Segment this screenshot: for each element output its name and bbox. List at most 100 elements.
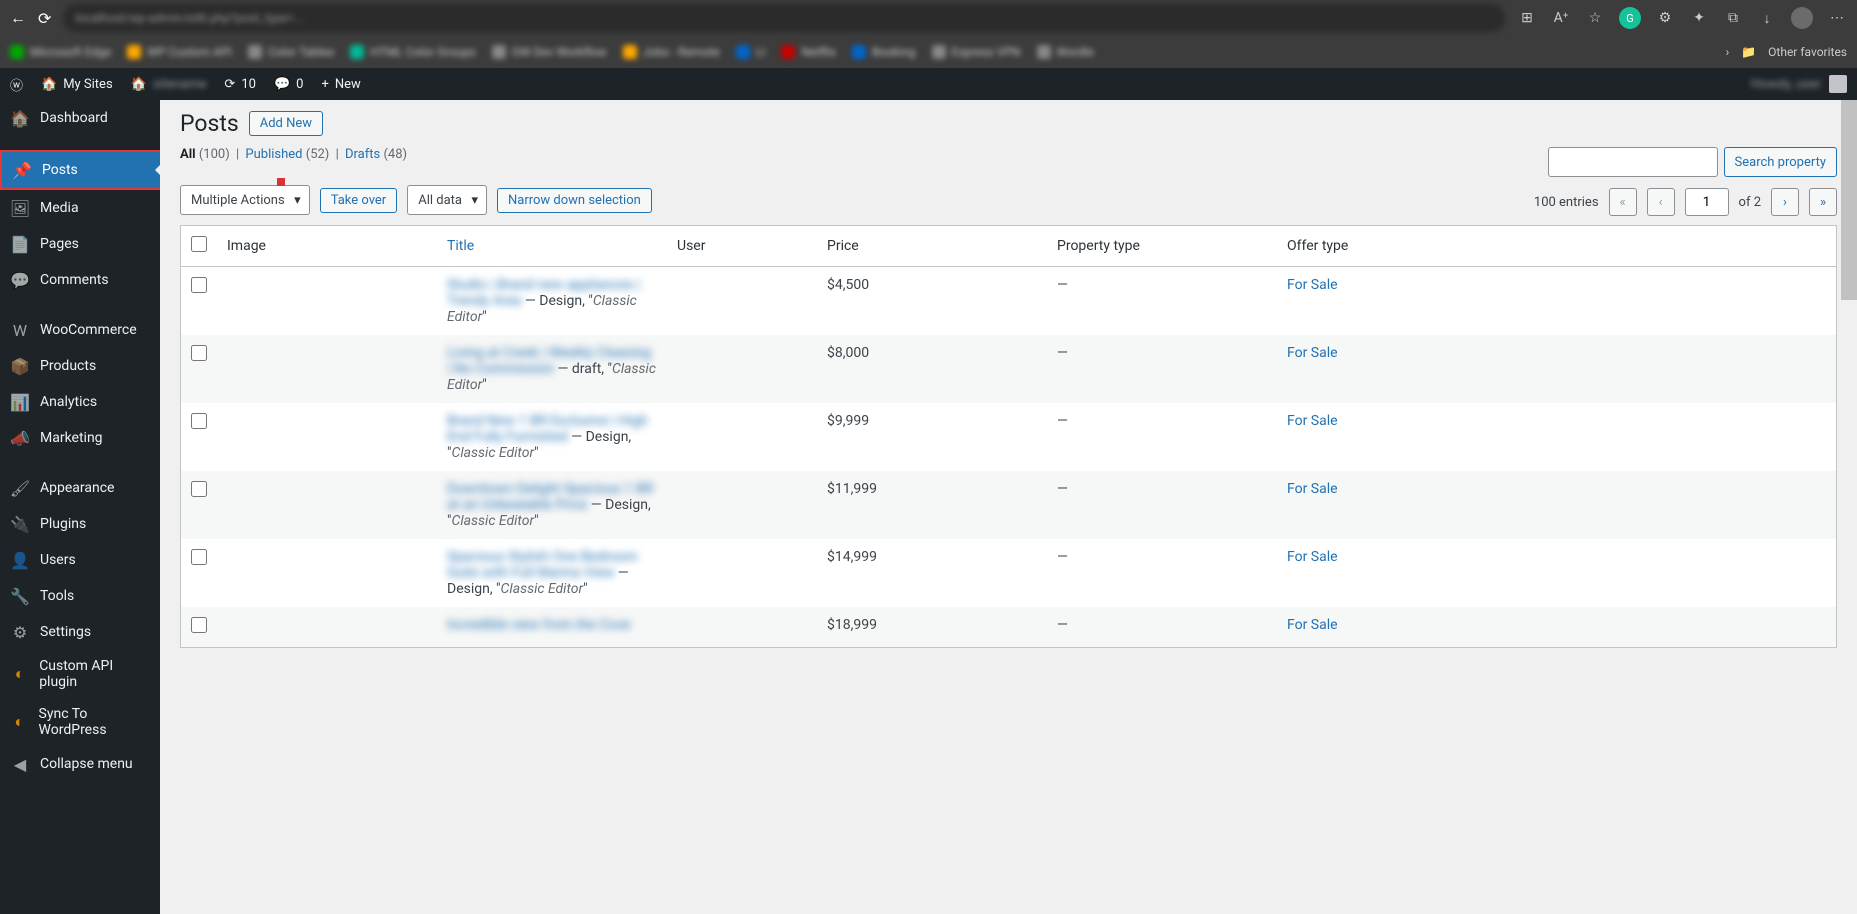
row-checkbox[interactable] bbox=[191, 481, 207, 497]
next-page-button[interactable]: › bbox=[1771, 188, 1799, 216]
grid-icon[interactable]: ⊞ bbox=[1517, 8, 1537, 28]
narrow-selection-button[interactable]: Narrow down selection bbox=[497, 188, 652, 213]
all-data-select[interactable]: All data bbox=[407, 185, 487, 215]
grammarly-icon[interactable]: G bbox=[1619, 7, 1641, 29]
take-over-button[interactable]: Take over bbox=[320, 188, 398, 213]
offer-type-link[interactable]: For Sale bbox=[1287, 481, 1338, 497]
first-page-button[interactable]: « bbox=[1609, 188, 1637, 216]
other-favorites-label[interactable]: Other favorites bbox=[1768, 45, 1847, 59]
bookmark-item[interactable]: Color Tables bbox=[248, 45, 334, 59]
multiple-actions-select[interactable]: Multiple Actions bbox=[180, 185, 310, 215]
browser-right-icons: ⊞ A⁺ ☆ G ⚙ ✦ ⧉ ↓ ⋯ bbox=[1517, 7, 1847, 29]
col-title[interactable]: Title bbox=[437, 226, 667, 267]
select-all-checkbox[interactable] bbox=[191, 236, 207, 252]
bookmarks-bar: Microsoft Edge WP Custom API Color Table… bbox=[0, 36, 1857, 68]
back-icon[interactable]: ← bbox=[10, 8, 26, 28]
post-title-link[interactable]: Spacious Stylish One Bedroom Suite with … bbox=[447, 549, 638, 581]
url-bar[interactable]: localhost/wp-admin/edit.php?post_type=..… bbox=[63, 4, 1505, 32]
col-price: Price bbox=[817, 226, 1047, 267]
sidebar-item-analytics[interactable]: 📊Analytics bbox=[0, 384, 160, 420]
property-type-cell: — bbox=[1047, 403, 1277, 471]
bookmark-item[interactable]: Booking bbox=[852, 45, 916, 59]
prev-page-button[interactable]: ‹ bbox=[1647, 188, 1675, 216]
sidebar-item-tools[interactable]: 🔧Tools bbox=[0, 578, 160, 614]
row-checkbox[interactable] bbox=[191, 549, 207, 565]
price-cell: $18,999 bbox=[817, 607, 1047, 648]
read-aloud-icon[interactable]: A⁺ bbox=[1551, 8, 1571, 28]
search-input[interactable] bbox=[1548, 147, 1718, 177]
row-checkbox[interactable] bbox=[191, 345, 207, 361]
sidebar-item-dashboard[interactable]: 🏠Dashboard bbox=[0, 100, 160, 136]
offer-type-link[interactable]: For Sale bbox=[1287, 277, 1338, 293]
star-icon[interactable]: ☆ bbox=[1585, 8, 1605, 28]
bookmark-item[interactable]: Wordle bbox=[1037, 45, 1094, 59]
sidebar-item-marketing[interactable]: 📣Marketing bbox=[0, 420, 160, 456]
site-home-link[interactable]: 🏠 sitename bbox=[131, 77, 207, 92]
last-page-button[interactable]: » bbox=[1809, 188, 1837, 216]
filter-drafts[interactable]: Drafts bbox=[345, 147, 380, 162]
table-row: Studio | Brand new appliances | Trendy A… bbox=[181, 267, 1837, 336]
tools-icon: 🔧 bbox=[10, 586, 30, 606]
chevron-right-icon[interactable]: › bbox=[1726, 45, 1730, 59]
wp-admin-bar: ⓦ 🏠 My Sites 🏠 sitename ⟳ 10 💬 0 + New H… bbox=[0, 68, 1857, 100]
my-sites-link[interactable]: 🏠 My Sites bbox=[41, 77, 113, 92]
new-link[interactable]: + New bbox=[321, 77, 360, 92]
offer-type-link[interactable]: For Sale bbox=[1287, 549, 1338, 565]
scrollbar[interactable] bbox=[1841, 100, 1857, 914]
of-pages-label: of 2 bbox=[1739, 195, 1761, 210]
sidebar-item-media[interactable]: 🖼Media bbox=[0, 190, 160, 226]
search-button[interactable]: Search property bbox=[1724, 147, 1837, 177]
offer-type-link[interactable]: For Sale bbox=[1287, 617, 1338, 633]
sidebar-item-custom-api[interactable]: ◐Custom API plugin bbox=[0, 650, 160, 698]
avatar[interactable] bbox=[1829, 75, 1847, 93]
bookmark-item[interactable]: WP Custom API bbox=[127, 45, 232, 59]
sidebar-item-products[interactable]: 📦Products bbox=[0, 348, 160, 384]
row-checkbox[interactable] bbox=[191, 277, 207, 293]
sidebar-item-settings[interactable]: ⚙Settings bbox=[0, 614, 160, 650]
bookmark-item[interactable]: GW Dev Workflow bbox=[492, 45, 607, 59]
collections-icon[interactable]: ⧉ bbox=[1723, 8, 1743, 28]
media-icon: 🖼 bbox=[10, 198, 30, 218]
post-title-link[interactable]: Incredible view from the Cove bbox=[447, 617, 630, 633]
row-checkbox[interactable] bbox=[191, 617, 207, 633]
sidebar-item-collapse[interactable]: ◀Collapse menu bbox=[0, 746, 160, 782]
sidebar-item-pages[interactable]: 📄Pages bbox=[0, 226, 160, 262]
add-new-button[interactable]: Add New bbox=[249, 111, 323, 136]
howdy-label[interactable]: Howdy, user bbox=[1751, 77, 1821, 92]
woo-icon: W bbox=[10, 320, 30, 340]
sidebar-item-sync[interactable]: ◐Sync To WordPress bbox=[0, 698, 160, 746]
appearance-icon: 🖌 bbox=[10, 478, 30, 498]
sidebar-item-comments[interactable]: 💬Comments bbox=[0, 262, 160, 298]
tablenav: 100 entries « ‹ of 2 › » bbox=[1534, 188, 1837, 216]
bookmark-item[interactable]: Jobs - Remote bbox=[623, 45, 720, 59]
sync-icon: ◐ bbox=[10, 712, 29, 732]
refresh-icon[interactable]: ⟳ bbox=[38, 9, 51, 28]
row-checkbox[interactable] bbox=[191, 413, 207, 429]
wp-logo-icon[interactable]: ⓦ bbox=[10, 75, 23, 94]
sidebar-item-posts[interactable]: 📌Posts bbox=[0, 150, 160, 190]
extension-icon[interactable]: ⚙ bbox=[1655, 8, 1675, 28]
page-number-input[interactable] bbox=[1685, 188, 1729, 216]
price-cell: $14,999 bbox=[817, 539, 1047, 607]
table-row: Incredible view from the Cove $18,999 — … bbox=[181, 607, 1837, 648]
sidebar-item-users[interactable]: 👤Users bbox=[0, 542, 160, 578]
bookmark-item[interactable]: LI bbox=[736, 45, 766, 59]
sidebar-item-appearance[interactable]: 🖌Appearance bbox=[0, 470, 160, 506]
filter-published[interactable]: Published bbox=[245, 147, 302, 162]
offer-type-link[interactable]: For Sale bbox=[1287, 345, 1338, 361]
filter-all[interactable]: All bbox=[180, 147, 196, 162]
table-row: Living at Creek | Weekly Cleaning | No C… bbox=[181, 335, 1837, 403]
bookmark-item[interactable]: HTML Color Groups bbox=[350, 45, 475, 59]
bookmark-item[interactable]: Microsoft Edge bbox=[10, 45, 111, 59]
offer-type-link[interactable]: For Sale bbox=[1287, 413, 1338, 429]
comments-link[interactable]: 💬 0 bbox=[274, 77, 304, 92]
updates-link[interactable]: ⟳ 10 bbox=[224, 77, 256, 92]
bookmark-item[interactable]: Netflix bbox=[781, 45, 836, 59]
favorites-icon[interactable]: ✦ bbox=[1689, 8, 1709, 28]
sidebar-item-woocommerce[interactable]: WWooCommerce bbox=[0, 312, 160, 348]
downloads-icon[interactable]: ↓ bbox=[1757, 8, 1777, 28]
bookmark-item[interactable]: Express VPN bbox=[932, 45, 1021, 59]
sidebar-item-plugins[interactable]: 🔌Plugins bbox=[0, 506, 160, 542]
profile-icon[interactable] bbox=[1791, 7, 1813, 29]
more-icon[interactable]: ⋯ bbox=[1827, 8, 1847, 28]
